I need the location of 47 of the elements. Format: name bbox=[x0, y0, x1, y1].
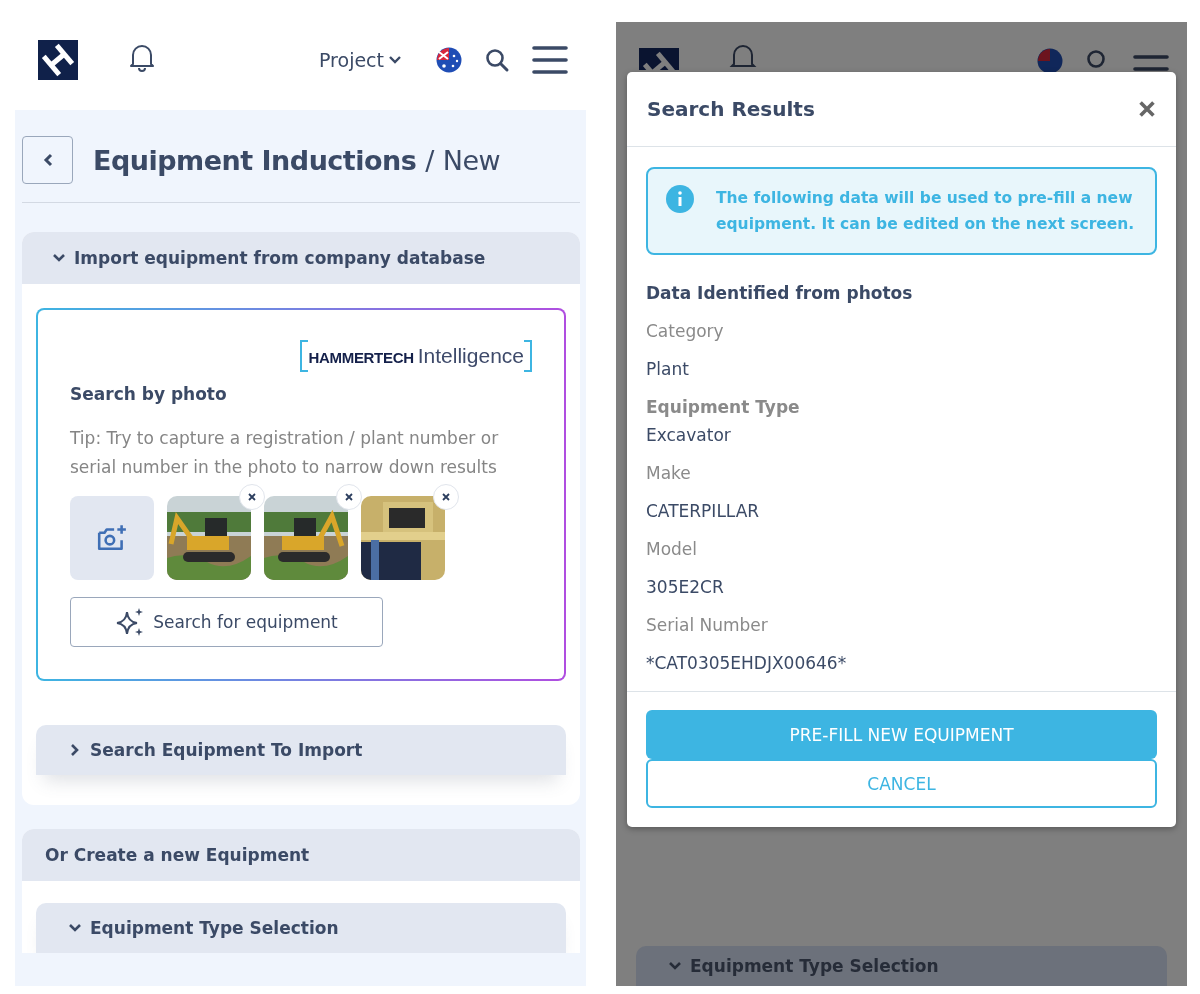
section-header[interactable]: Search Equipment To Import bbox=[36, 725, 566, 775]
info-text: The following data will be used to pre-fill a new equipment. It can be edited on the next screen. bbox=[716, 188, 1135, 235]
section-header[interactable]: Import equipment from company database bbox=[22, 232, 580, 284]
chevron-left-icon bbox=[42, 153, 53, 167]
section-heading: Search by photo bbox=[70, 384, 228, 404]
remove-button[interactable] bbox=[433, 484, 459, 510]
logo-icon[interactable] bbox=[38, 40, 78, 80]
field-value: 305E2CR bbox=[646, 577, 725, 597]
field-value: Plant bbox=[646, 359, 690, 379]
close-icon bbox=[441, 492, 451, 502]
dialog-title: Search Results bbox=[647, 97, 815, 121]
brand-logo: HAMMERTECH Intelligence bbox=[300, 340, 532, 372]
section-header[interactable]: Equipment Type Selection bbox=[36, 903, 566, 953]
project-dropdown[interactable]: Project bbox=[319, 49, 402, 71]
field-label: Make bbox=[646, 463, 692, 483]
menu-icon[interactable] bbox=[532, 45, 568, 75]
field-value: *CAT0305EHDJX00646* bbox=[646, 653, 848, 673]
close-button[interactable] bbox=[1138, 100, 1156, 118]
remove-button[interactable] bbox=[336, 484, 362, 510]
section-heading: Data Identified from photos bbox=[646, 283, 914, 303]
field-label: Equipment Type bbox=[646, 397, 801, 417]
logo-icon bbox=[639, 48, 679, 70]
field-value: Excavator bbox=[646, 425, 732, 445]
info-icon bbox=[666, 185, 694, 213]
caret-icon bbox=[388, 55, 402, 65]
close-icon bbox=[344, 492, 354, 502]
section-header: Or Create a new Equipment bbox=[22, 829, 580, 881]
field-value: CATERPILLAR bbox=[646, 501, 761, 521]
flag-icon[interactable] bbox=[436, 47, 462, 73]
flag-icon bbox=[1037, 48, 1063, 74]
menu-icon bbox=[1133, 54, 1169, 71]
field-label: Category bbox=[646, 321, 725, 341]
search-icon[interactable] bbox=[484, 47, 510, 73]
close-icon bbox=[1138, 100, 1156, 118]
page-title: Equipment Inductions bbox=[93, 144, 417, 176]
section-header: Equipment Type Selection bbox=[636, 946, 1167, 986]
tip-text: Tip: Try to capture a registration / plant number or serial number in the photo to narrow down results bbox=[70, 427, 500, 479]
field-label: Serial Number bbox=[646, 615, 769, 635]
add-photo-button[interactable] bbox=[70, 496, 154, 580]
camera-plus-icon bbox=[96, 523, 128, 553]
title-separator: / bbox=[425, 144, 434, 176]
bell-icon[interactable] bbox=[128, 42, 156, 72]
field-label: Model bbox=[646, 539, 699, 559]
close-icon bbox=[247, 492, 257, 502]
remove-button[interactable] bbox=[239, 484, 265, 510]
page-subtitle: New bbox=[442, 144, 501, 176]
search-equipment-button[interactable]: Search for equipment bbox=[70, 597, 383, 647]
